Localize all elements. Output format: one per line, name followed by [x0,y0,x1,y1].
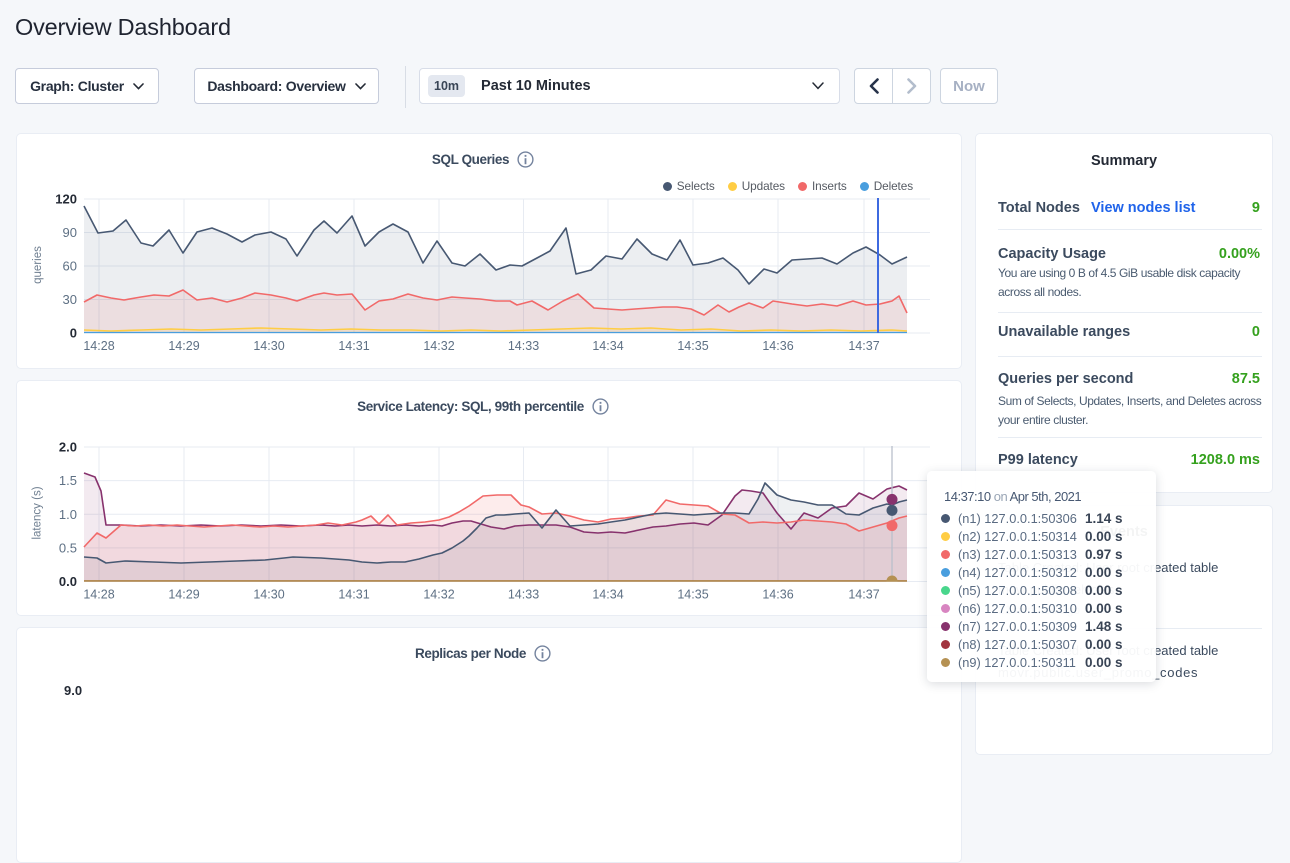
svg-text:1.0: 1.0 [59,507,77,522]
svg-text:14:32: 14:32 [423,339,454,353]
svg-text:14:36: 14:36 [762,588,793,602]
svg-text:60: 60 [63,259,77,274]
svg-text:14:31: 14:31 [338,339,369,353]
svg-text:90: 90 [63,225,77,240]
svg-text:1.5: 1.5 [59,473,77,488]
svg-text:0: 0 [70,326,77,341]
svg-text:14:35: 14:35 [677,588,708,602]
svg-text:30: 30 [63,292,77,307]
svg-text:14:37: 14:37 [848,339,879,353]
svg-text:14:37: 14:37 [848,588,879,602]
svg-text:14:34: 14:34 [592,339,623,353]
svg-text:14:28: 14:28 [83,339,114,353]
svg-text:120: 120 [55,192,77,207]
svg-text:0.5: 0.5 [59,540,77,555]
svg-text:14:33: 14:33 [508,588,539,602]
svg-text:14:31: 14:31 [338,588,369,602]
svg-text:0.0: 0.0 [59,574,77,589]
svg-text:2.0: 2.0 [59,440,77,455]
svg-text:14:29: 14:29 [168,339,199,353]
svg-text:14:34: 14:34 [592,588,623,602]
svg-text:14:33: 14:33 [508,339,539,353]
svg-text:14:32: 14:32 [423,588,454,602]
svg-text:14:36: 14:36 [762,339,793,353]
svg-text:14:28: 14:28 [83,588,114,602]
svg-text:14:35: 14:35 [677,339,708,353]
svg-text:14:30: 14:30 [253,588,284,602]
svg-text:14:29: 14:29 [168,588,199,602]
svg-text:14:30: 14:30 [253,339,284,353]
